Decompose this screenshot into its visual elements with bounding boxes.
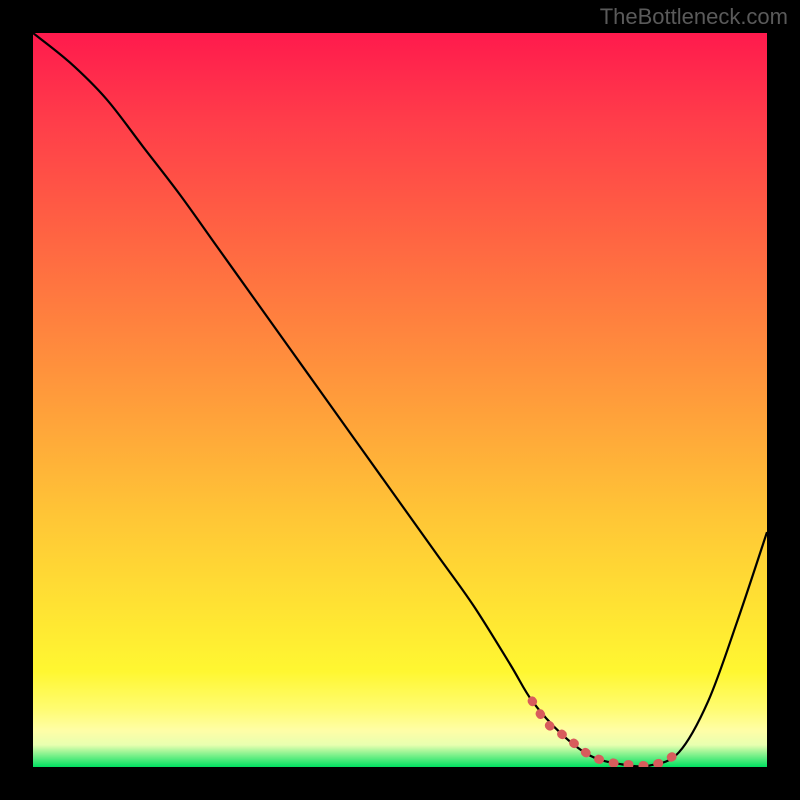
chart-container: TheBottleneck.com (0, 0, 800, 800)
watermark-text: TheBottleneck.com (600, 4, 788, 30)
bottleneck-curve (33, 33, 767, 766)
curve-layer (33, 33, 767, 767)
plot-area (33, 33, 767, 767)
optimal-range-curve (532, 701, 679, 766)
